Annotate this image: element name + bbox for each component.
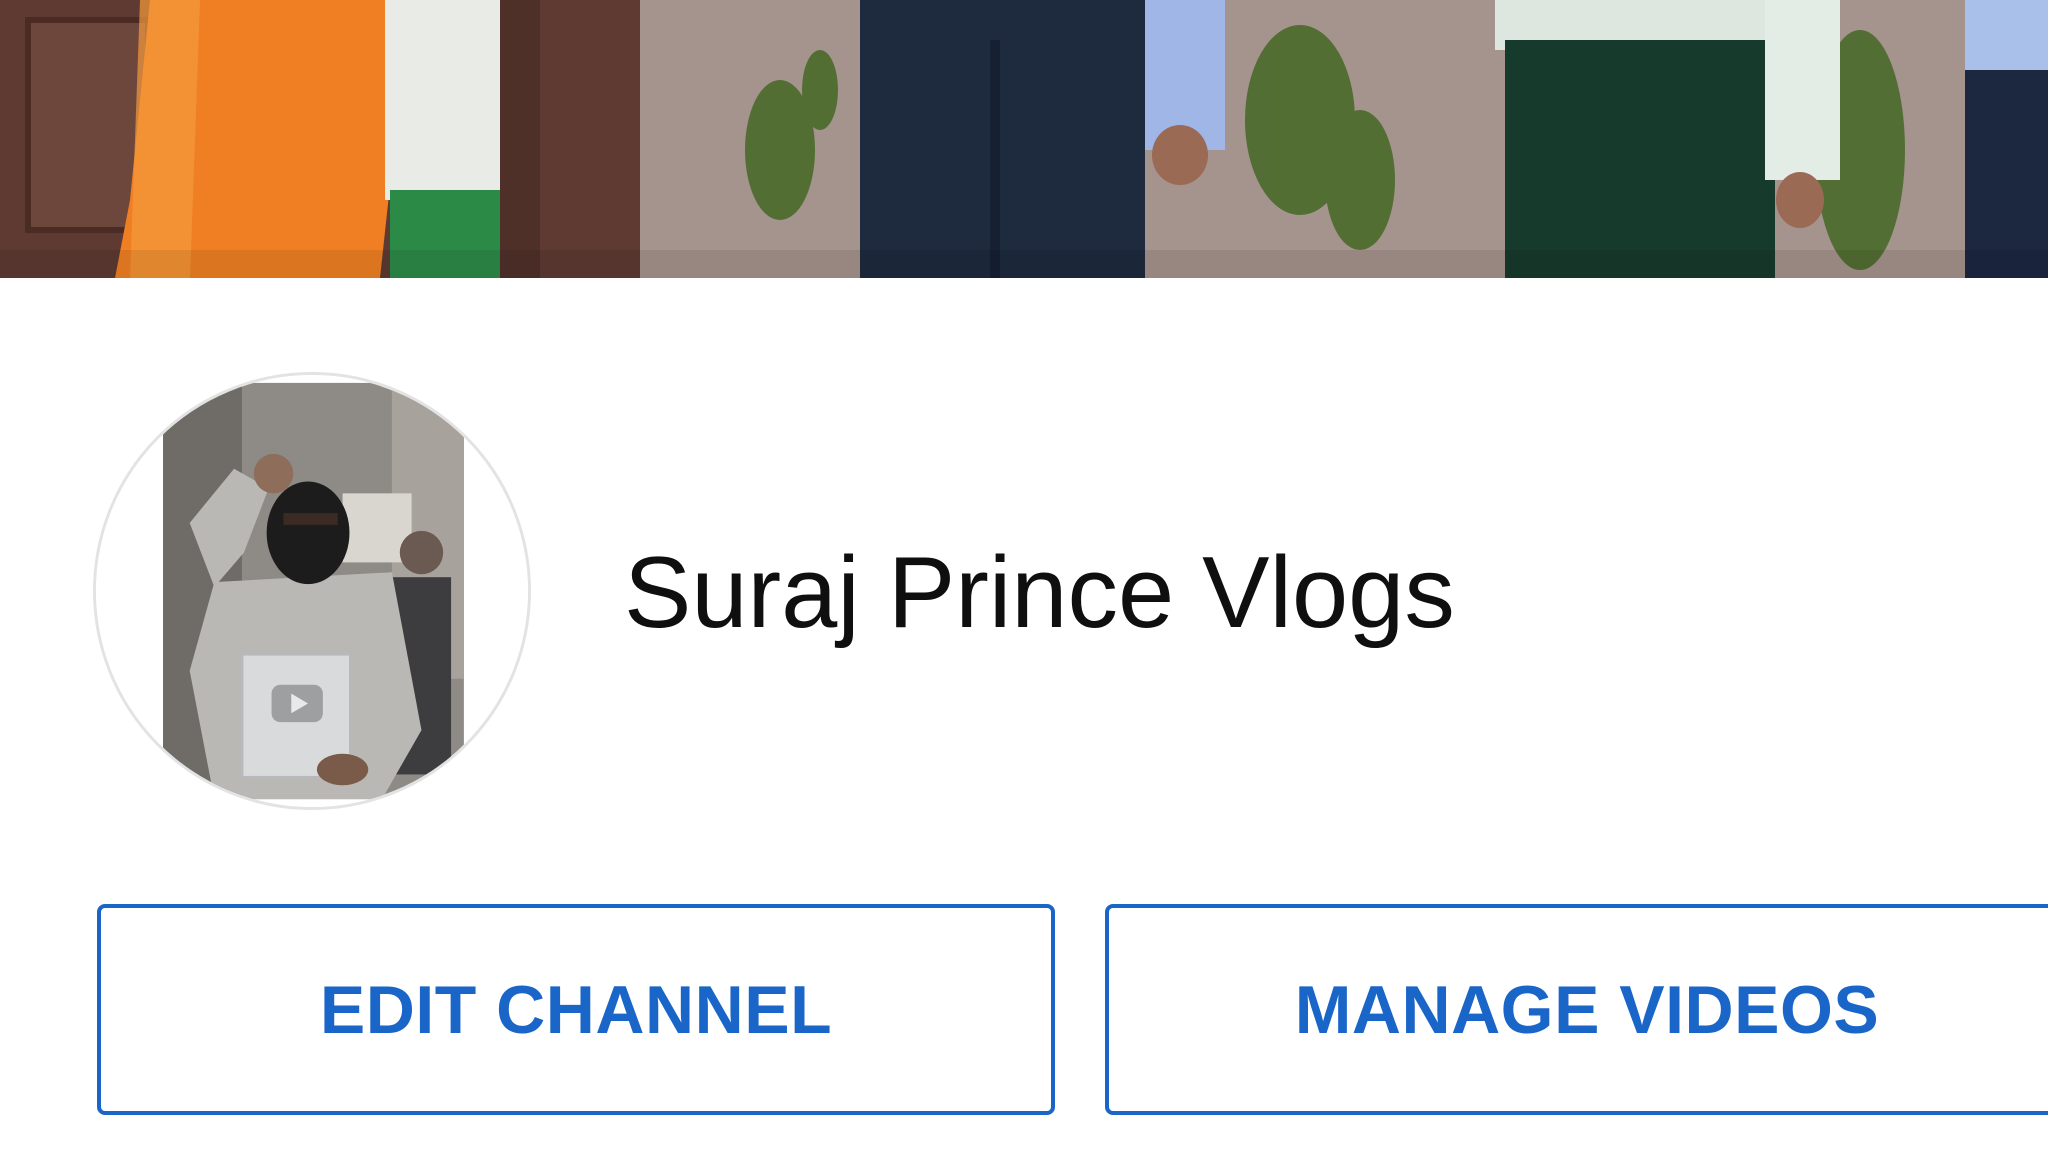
channel-page: Suraj Prince Vlogs EDIT CHANNEL MANAGE V… <box>0 0 2048 1152</box>
manage-videos-label: MANAGE VIDEOS <box>1294 971 1880 1048</box>
avatar-photo <box>96 375 528 807</box>
banner-photo <box>0 0 2048 278</box>
edit-channel-button[interactable]: EDIT CHANNEL <box>97 904 1055 1115</box>
channel-name: Suraj Prince Vlogs <box>624 537 1455 649</box>
channel-avatar[interactable] <box>93 372 531 810</box>
manage-videos-button[interactable]: MANAGE VIDEOS <box>1105 904 2048 1115</box>
edit-channel-label: EDIT CHANNEL <box>319 971 833 1048</box>
channel-banner <box>0 0 2048 278</box>
